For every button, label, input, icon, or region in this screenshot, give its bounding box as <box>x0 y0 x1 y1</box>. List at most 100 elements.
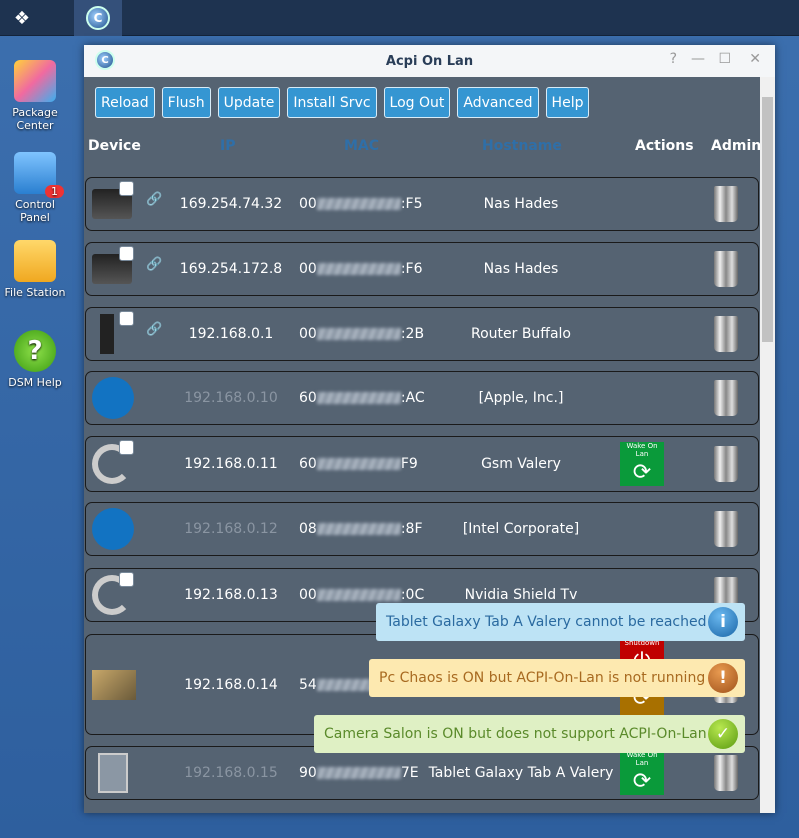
mac-suffix: 7E <box>400 765 419 781</box>
column-hostname[interactable]: Hostname <box>482 138 562 154</box>
help-button[interactable]: Help <box>545 87 590 118</box>
device-hostname: Nas Hades <box>483 196 559 212</box>
notification-success[interactable]: Camera Salon is ON but does not support … <box>314 715 745 753</box>
taskbar-acpi-on-lan[interactable]: C <box>74 0 122 36</box>
scrollbar[interactable] <box>760 77 775 813</box>
device-row: 192.168.0.12 08:8F [Intel Corporate] <box>85 502 759 556</box>
wake-on-lan-button[interactable]: Wake On Lan ⟳ <box>620 751 664 795</box>
desktop-package-center[interactable]: Package Center <box>0 60 70 132</box>
device-mac: 00 :F6 <box>299 261 423 277</box>
trash-icon[interactable] <box>714 316 738 352</box>
help-icon: ? <box>14 330 56 372</box>
window-title: Acpi On Lan <box>385 53 474 69</box>
wake-on-lan-button[interactable]: Wake On Lan ⟳ <box>620 442 664 486</box>
device-ip: 192.168.0.10 <box>184 390 278 406</box>
device-mac: 90 7E <box>299 765 419 781</box>
link-icon[interactable]: 🔗 <box>146 192 162 207</box>
trash-icon[interactable] <box>714 446 738 482</box>
column-ip[interactable]: IP <box>220 138 235 154</box>
mac-suffix: :F6 <box>400 261 423 277</box>
trash-icon[interactable] <box>714 511 738 547</box>
column-actions: Actions <box>635 138 694 154</box>
trash-icon[interactable] <box>714 755 738 791</box>
device-ip: 192.168.0.15 <box>184 765 278 781</box>
desktop-label: Control Panel <box>15 198 55 224</box>
trash-icon[interactable] <box>714 186 738 222</box>
mac-redacted <box>316 263 401 275</box>
device-hostname: Nas Hades <box>483 261 559 277</box>
desktop-label: DSM Help <box>8 376 62 389</box>
mac-redacted <box>316 523 401 535</box>
desktop-file-station[interactable]: File Station <box>0 240 70 299</box>
main-menu-button[interactable]: ❖ <box>0 0 44 36</box>
mac-prefix: 08 <box>299 521 317 537</box>
notification-warning[interactable]: Pc Chaos is ON but ACPI-On-Lan is not ru… <box>369 659 745 697</box>
desktop-label: Package Center <box>12 106 58 132</box>
mac-prefix: 00 <box>299 196 317 212</box>
reload-button[interactable]: Reload <box>95 87 155 118</box>
device-row: 192.168.0.10 60:AC [Apple, Inc.] <box>85 371 759 425</box>
action-label: Wake On Lan <box>626 751 658 767</box>
column-mac[interactable]: MAC <box>344 138 379 154</box>
maximize-button[interactable]: ☐ <box>718 51 731 67</box>
desktop-control-panel[interactable]: 1 Control Panel <box>0 152 70 224</box>
help-window-button[interactable]: ? <box>670 51 677 67</box>
mac-suffix: :0C <box>400 587 425 603</box>
power-icon: ⟳ <box>632 769 652 794</box>
close-button[interactable]: ✕ <box>749 51 761 67</box>
device-hostname: Tablet Galaxy Tab A Valery <box>428 765 614 781</box>
android-badge-icon <box>119 440 134 455</box>
notification-badge: 1 <box>45 185 64 198</box>
desktop-label: File Station <box>4 286 66 299</box>
mac-suffix: :2B <box>400 326 425 342</box>
link-icon[interactable]: 🔗 <box>146 322 162 337</box>
taskbar: ❖ C <box>0 0 799 36</box>
mac-prefix: 60 <box>299 456 317 472</box>
mac-prefix: 00 <box>299 326 317 342</box>
device-hostname: Nvidia Shield Tv <box>464 587 578 603</box>
device-ip: 192.168.0.13 <box>184 587 278 603</box>
column-admin: Admin <box>711 138 762 154</box>
power-icon: ⟳ <box>632 460 652 485</box>
device-ip: 169.254.74.32 <box>179 196 283 212</box>
mac-suffix: :F5 <box>400 196 423 212</box>
minimize-button[interactable]: — <box>691 51 705 67</box>
column-device: Device <box>88 138 141 154</box>
update-button[interactable]: Update <box>217 87 281 118</box>
device-row: 192.168.0.15 90 7E Tablet Galaxy Tab A Vale… <box>85 746 759 800</box>
device-row: 192.168.0.11 60 F9 Gsm Valery Wake On Lan ⟳ <box>85 436 759 492</box>
mac-prefix: 00 <box>299 587 317 603</box>
info-icon: i <box>708 607 738 637</box>
device-mac: 00 :0C <box>299 587 424 603</box>
install-srvc-button[interactable]: Install Srvc <box>287 87 377 118</box>
advanced-button[interactable]: Advanced <box>457 87 539 118</box>
device-hostname: [Apple, Inc.] <box>478 390 564 406</box>
mac-suffix: :8F <box>400 521 423 537</box>
control-panel-icon: 1 <box>14 152 64 198</box>
trash-icon[interactable] <box>714 380 738 416</box>
mac-prefix: 00 <box>299 261 317 277</box>
device-row: 🔗 169.254.74.32 00 :F5 Nas Hades <box>85 177 759 231</box>
folder-icon <box>14 240 56 282</box>
device-hostname: [Intel Corporate] <box>462 521 580 537</box>
mac-redacted <box>316 458 401 470</box>
device-ip: 192.168.0.14 <box>184 676 278 693</box>
mac-redacted <box>316 392 401 404</box>
mac-redacted <box>316 589 401 601</box>
trash-icon[interactable] <box>714 251 738 287</box>
mac-prefix: 90 <box>299 765 317 781</box>
device-mac: 60 F9 <box>299 456 418 472</box>
link-icon[interactable]: 🔗 <box>146 257 162 272</box>
device-row: 🔗 192.168.0.1 00:2B Router Buffalo <box>85 307 759 361</box>
title-bar[interactable]: C Acpi On Lan ? — ☐ ✕ <box>84 45 775 77</box>
device-row: 🔗 169.254.172.8 00 :F6 Nas Hades <box>85 242 759 296</box>
log-out-button[interactable]: Log Out <box>383 87 451 118</box>
device-ip: 169.254.172.8 <box>179 261 283 277</box>
tablet-device-icon <box>98 753 128 793</box>
flush-button[interactable]: Flush <box>161 87 211 118</box>
notification-info[interactable]: Tablet Galaxy Tab A Valery cannot be rea… <box>376 603 745 641</box>
desktop-dsm-help[interactable]: ? DSM Help <box>0 330 70 389</box>
device-mac: 08 :8F <box>299 521 423 537</box>
scrollbar-thumb[interactable] <box>762 97 773 342</box>
acpi-badge-icon <box>119 246 134 261</box>
